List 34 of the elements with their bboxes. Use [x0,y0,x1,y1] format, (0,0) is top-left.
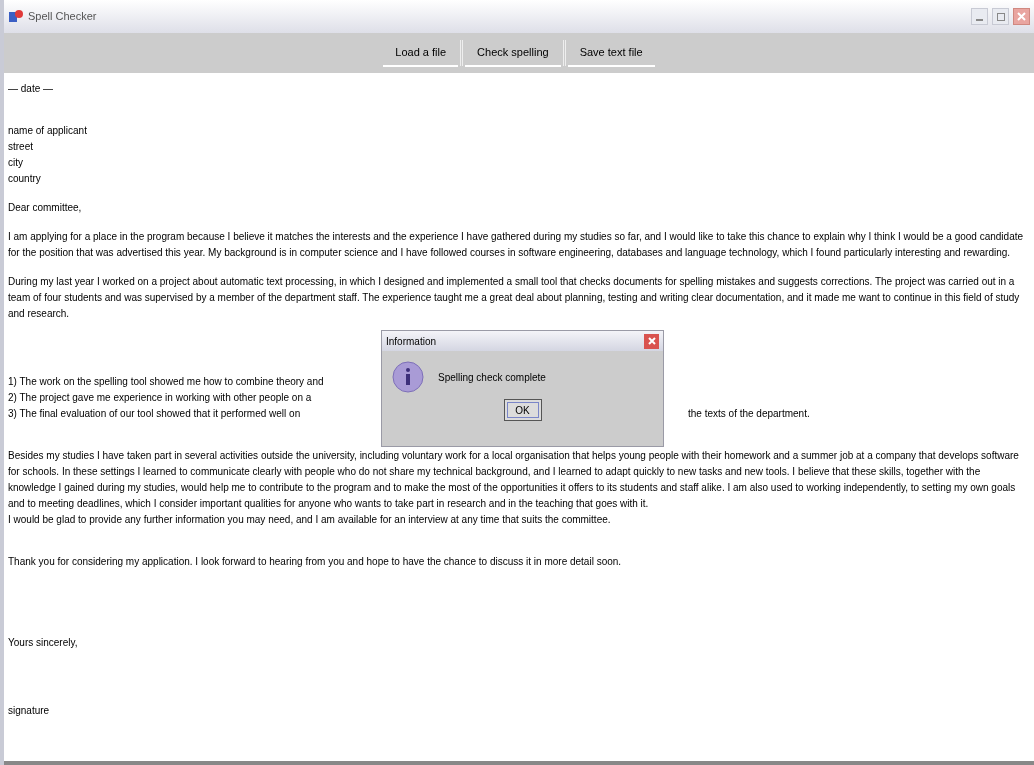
paragraph: I am applying for a place in the program because I believe it matches the interests and the experience I have gathered during my studies so far, and I would like to take this chance to explain why I think I would be a good candidate for the position that was advertised this year. My background is in computer science and I have followed courses in software engineering, databases and language technology, which I found particularly interesting and rewarding. [8,230,1025,260]
window-title: Spell Checker [28,9,97,25]
close-button[interactable] [1013,8,1030,25]
dialog-message: Spelling check complete [438,370,546,385]
text-line: signature [8,704,51,718]
text-line: I would be glad to provide any further information you may need, and I am available for an interview at any time that suits the committee. [8,513,612,527]
close-icon [1017,12,1026,21]
text-line: — date — [8,82,55,96]
ok-button[interactable]: OK [503,399,542,421]
text-line: 2) The project gave me experience in working with other people on a [8,392,312,403]
dialog-title: Information [386,334,438,349]
text-line: Dear committee, [8,201,83,215]
paragraph: Besides my studies I have taken part in several activities outside the university, including voluntary work for a local organisation that helps young people with their homework and a summer job at a company that develops software for schools. In these settings I learned to communicate clearly with people who do not share my technical background, and I learned to adapt quickly to new tasks and new tools. I believe that these skills, together with the knowledge I gained during my studies, would help me to contribute to the program and to make the most of the opportunities it offers to its students and staff alike. I am also used to working independently, to setting my own goals and to meeting deadlines, which I consider important qualities for anyone who wants to take part in research and in the teaching that goes with it. [8,449,1020,511]
text-line: name of applicant [8,124,88,138]
text-line: Yours sincerely, [8,636,79,650]
maximize-icon [996,12,1005,21]
dialog-close-button[interactable] [644,333,659,349]
toolbar-button[interactable]: Save text file [567,39,655,67]
text-line: 3) The final evaluation of our tool showed that it performed well on [8,408,301,419]
paragraph: During my last year I worked on a project about automatic text processing, in which I designed and implemented a small tool that checks documents for spelling mistakes and suggests corrections. The project was carried out in a team of four students and was supervised by a member of the department staff. The experience taught me a great deal about planning, testing and writing clear documentation, and it made me want to continue in this field of study and research. [8,275,1021,321]
maximize-button[interactable] [992,8,1009,25]
toolbar-button[interactable]: Check spelling [465,39,561,67]
minimize-button[interactable] [971,8,988,25]
text-line: Thank you for considering my application. I look forward to hearing from you and hope to have the chance to discuss it in more detail soon. [8,555,623,569]
info-icon [392,361,424,393]
text-line: city [8,156,24,170]
text-line: 1) The work on the spelling tool showed me how to combine theory and [8,376,324,387]
text-line: street [8,140,34,154]
close-icon [647,337,656,345]
minimize-icon [976,19,983,21]
text-line: the texts of the department. [688,407,810,421]
toolbar-button[interactable]: Load a file [383,39,459,67]
text-line: country [8,172,42,186]
app-logo-icon [8,8,24,25]
